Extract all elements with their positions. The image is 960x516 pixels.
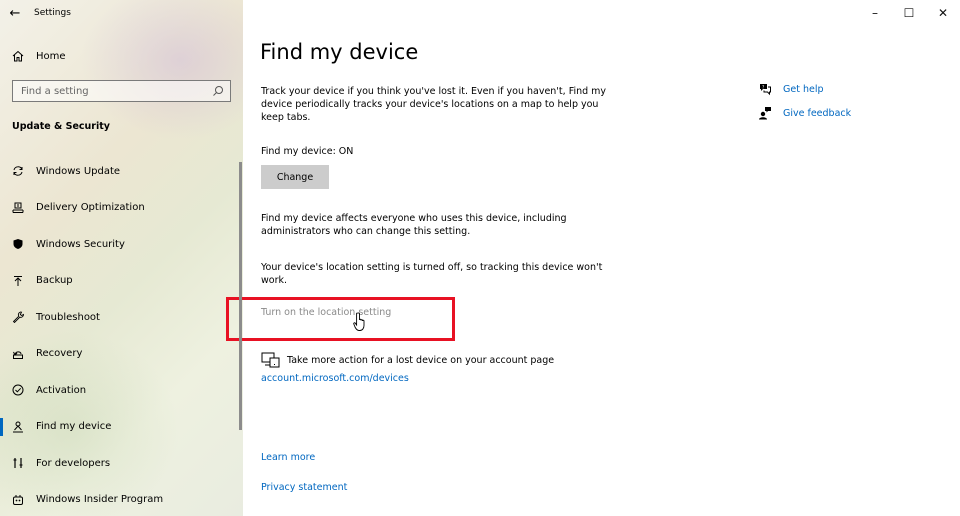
hand-cursor-icon — [353, 312, 365, 331]
wrench-icon — [0, 311, 36, 324]
app-title: Settings — [34, 8, 71, 18]
recovery-icon — [0, 348, 36, 360]
shield-icon — [0, 238, 36, 250]
sidebar-item-for-developers[interactable]: For developers — [0, 445, 243, 482]
sidebar-item-label: For developers — [36, 457, 111, 469]
search-icon[interactable] — [212, 85, 224, 97]
affects-text: Find my device affects everyone who uses… — [261, 213, 567, 237]
minimize-button[interactable]: – — [858, 0, 892, 26]
sidebar-item-activation[interactable]: Activation — [0, 372, 243, 409]
sidebar-item-label: Troubleshoot — [36, 311, 100, 323]
description-text: Track your device if you think you've lo… — [261, 86, 607, 123]
sidebar-item-label: Windows Security — [36, 238, 125, 250]
change-button[interactable]: Change — [261, 165, 329, 189]
person-locate-icon — [0, 421, 36, 433]
sidebar-scrollbar[interactable] — [239, 162, 242, 430]
sidebar-item-backup[interactable]: Backup — [0, 263, 243, 300]
devices-icon — [261, 352, 280, 368]
more-action-row: Take more action for a lost device on yo… — [261, 352, 554, 368]
sidebar-item-recovery[interactable]: Recovery — [0, 336, 243, 373]
sidebar-item-delivery-optimization[interactable]: Delivery Optimization — [0, 190, 243, 227]
sidebar-item-windows-security[interactable]: Windows Security — [0, 226, 243, 263]
nav-list: Windows Update Delivery Optimization Win… — [0, 153, 243, 516]
get-help-link[interactable]: ? Get help — [758, 77, 851, 101]
feedback-person-icon — [758, 106, 772, 120]
get-help-label: Get help — [783, 83, 824, 95]
check-circle-icon — [0, 384, 36, 396]
window-controls: – ☐ ✕ — [858, 0, 960, 26]
insider-icon — [0, 494, 36, 506]
sidebar-item-label: Windows Update — [36, 165, 121, 177]
location-off-text: Your device's location setting is turned… — [261, 262, 603, 286]
sidebar-item-windows-update[interactable]: Windows Update — [0, 153, 243, 190]
learn-more-link[interactable]: Learn more — [261, 452, 315, 463]
main-content: – ☐ ✕ Find my device Track your device i… — [226, 0, 960, 516]
help-chat-icon: ? — [758, 82, 772, 96]
close-button[interactable]: ✕ — [926, 0, 960, 26]
sidebar: ← Settings Home Find a setting Update & … — [0, 0, 243, 516]
help-links: ? Get help Give feedback — [758, 77, 851, 125]
sidebar-item-label: Recovery — [36, 348, 83, 360]
back-arrow-icon[interactable]: ← — [0, 6, 30, 21]
maximize-button[interactable]: ☐ — [892, 0, 926, 26]
page-title: Find my device — [260, 40, 419, 64]
delivery-icon — [0, 202, 36, 214]
sync-icon — [0, 165, 36, 177]
turn-on-location-link[interactable]: Turn on the location setting — [261, 307, 391, 318]
sidebar-item-windows-insider-program[interactable]: Windows Insider Program — [0, 482, 243, 516]
nav-home-label: Home — [36, 50, 66, 62]
search-placeholder: Find a setting — [21, 85, 89, 97]
more-action-text: Take more action for a lost device on yo… — [287, 354, 555, 366]
home-icon — [0, 50, 36, 62]
give-feedback-label: Give feedback — [783, 107, 852, 119]
privacy-statement-link[interactable]: Privacy statement — [261, 482, 347, 493]
sidebar-item-troubleshoot[interactable]: Troubleshoot — [0, 299, 243, 336]
sidebar-item-label: Backup — [36, 275, 73, 287]
give-feedback-link[interactable]: Give feedback — [758, 101, 851, 125]
section-heading: Update & Security — [12, 121, 110, 132]
red-highlight-annotation — [226, 297, 455, 341]
account-devices-link[interactable]: account.microsoft.com/devices — [261, 373, 409, 384]
find-my-device-status: Find my device: ON — [261, 146, 354, 157]
sidebar-item-label: Windows Insider Program — [36, 494, 164, 506]
sidebar-item-label: Activation — [36, 384, 87, 396]
sidebar-item-label: Delivery Optimization — [36, 202, 145, 214]
backup-arrow-icon — [0, 275, 36, 287]
nav-home[interactable]: Home — [0, 44, 243, 68]
sidebar-item-label: Find my device — [36, 421, 112, 433]
developer-icon — [0, 457, 36, 469]
search-input[interactable]: Find a setting — [12, 80, 231, 102]
title-bar: ← Settings — [0, 0, 243, 26]
sidebar-item-find-my-device[interactable]: Find my device — [0, 409, 243, 446]
